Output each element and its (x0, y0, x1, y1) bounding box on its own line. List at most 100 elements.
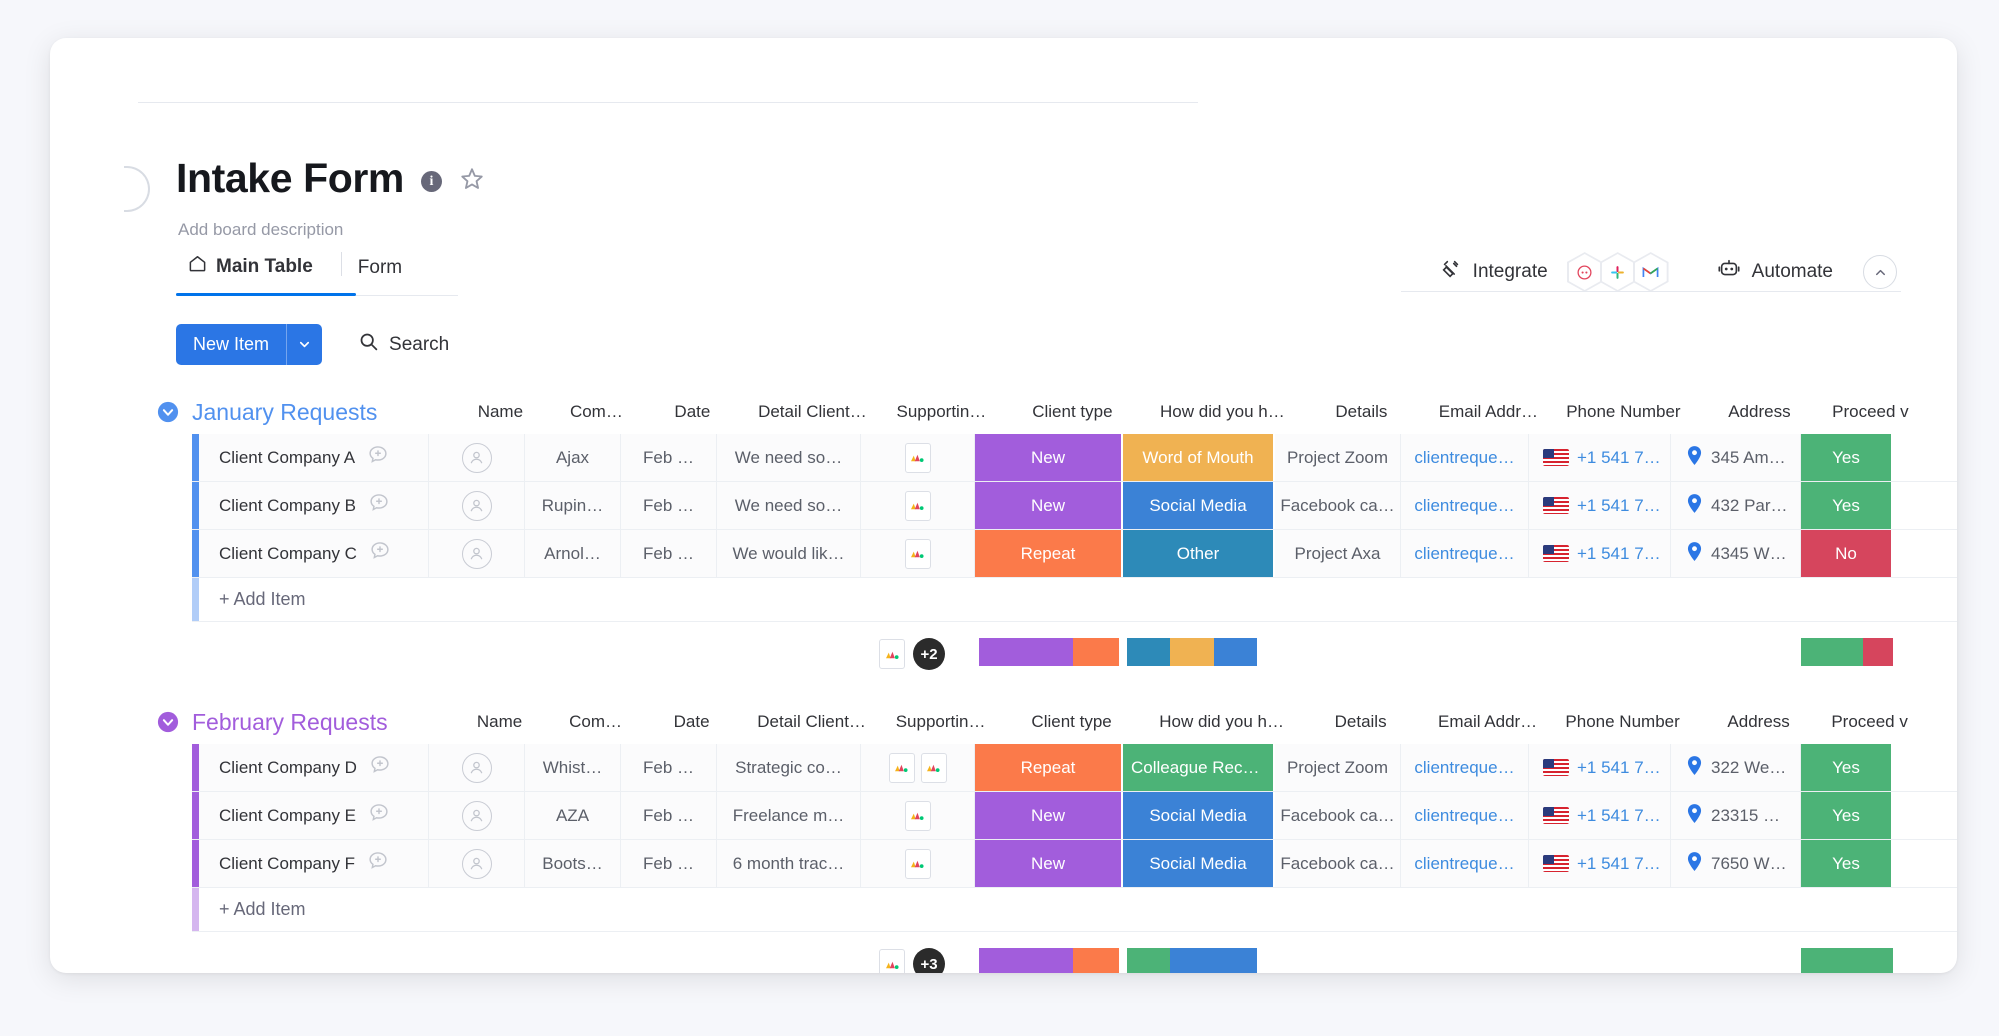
cell-supporting-files[interactable] (861, 434, 975, 481)
cell-details[interactable]: Facebook ca… (1275, 482, 1401, 529)
cell-item-name[interactable]: Client Company E (199, 792, 429, 839)
table-row[interactable]: Client Company F Boots… Feb … 6 month tr… (192, 840, 1957, 888)
cell-company[interactable]: Arnol… (525, 530, 621, 577)
cell-date[interactable]: Feb … (621, 792, 717, 839)
cell-details[interactable]: Project Axa (1275, 530, 1401, 577)
column-header-client_type[interactable]: Client type (998, 402, 1146, 422)
cell-client-type[interactable]: New (975, 482, 1123, 529)
cell-client-type[interactable]: New (975, 840, 1123, 887)
cell-person[interactable] (429, 434, 525, 481)
column-header-phone[interactable]: Phone Number (1552, 402, 1694, 422)
cell-detail[interactable]: 6 month trac… (717, 840, 861, 887)
collapse-group-icon[interactable] (156, 400, 180, 424)
cell-item-name[interactable]: Client Company D (199, 744, 429, 791)
cell-company[interactable]: Boots… (525, 840, 621, 887)
cell-phone[interactable]: +1 541 7… (1529, 530, 1671, 577)
cell-email[interactable]: clientreque… (1401, 530, 1529, 577)
column-header-proceed[interactable]: Proceed v (1824, 712, 1916, 732)
tab-form[interactable]: Form (348, 253, 424, 290)
file-icon[interactable] (905, 491, 931, 521)
cell-how-heard[interactable]: Social Media (1123, 482, 1275, 529)
avatar[interactable] (462, 443, 492, 473)
file-icon[interactable] (905, 443, 931, 473)
cell-company[interactable]: Rupin… (525, 482, 621, 529)
add-update-icon[interactable] (367, 444, 389, 471)
files-count-badge[interactable]: +2 (913, 638, 945, 670)
cell-address[interactable]: 432 Par… (1671, 482, 1801, 529)
file-icon[interactable] (879, 949, 905, 973)
cell-address[interactable]: 322 We… (1671, 744, 1801, 791)
add-item-row[interactable]: + Add Item (192, 578, 1957, 622)
cell-how-heard[interactable]: Other (1123, 530, 1275, 577)
cell-details[interactable]: Facebook ca… (1275, 792, 1401, 839)
cell-phone[interactable]: +1 541 7… (1529, 434, 1671, 481)
cell-company[interactable]: Ajax (525, 434, 621, 481)
cell-company[interactable]: AZA (525, 792, 621, 839)
cell-supporting-files[interactable] (861, 744, 975, 791)
cell-company[interactable]: Whist… (525, 744, 621, 791)
cell-detail[interactable]: We need so… (717, 434, 861, 481)
cell-person[interactable] (429, 530, 525, 577)
sidebar-toggle[interactable] (124, 166, 150, 212)
cell-detail[interactable]: We would lik… (717, 530, 861, 577)
column-header-address[interactable]: Address (1694, 402, 1824, 422)
cell-how-heard[interactable]: Social Media (1123, 840, 1275, 887)
add-item-label[interactable]: + Add Item (199, 899, 306, 920)
info-icon[interactable]: i (421, 171, 442, 192)
avatar[interactable] (462, 491, 492, 521)
column-header-how_heard[interactable]: How did you h… (1146, 712, 1298, 732)
column-header-date[interactable]: Date (644, 712, 740, 732)
column-header-company[interactable]: Com… (548, 712, 644, 732)
file-icon[interactable] (921, 753, 947, 783)
cell-person[interactable] (429, 840, 525, 887)
cell-person[interactable] (429, 744, 525, 791)
cell-phone[interactable]: +1 541 7… (1529, 744, 1671, 791)
summary-client-type[interactable] (979, 948, 1119, 973)
cell-date[interactable]: Feb … (621, 434, 717, 481)
cell-address[interactable]: 7650 W… (1671, 840, 1801, 887)
column-header-date[interactable]: Date (644, 402, 740, 422)
file-icon[interactable] (905, 539, 931, 569)
cell-address[interactable]: 345 Am… (1671, 434, 1801, 481)
cell-item-name[interactable]: Client Company F (199, 840, 429, 887)
cell-client-type[interactable]: New (975, 434, 1123, 481)
summary-proceed[interactable] (1801, 948, 1893, 973)
cell-supporting-files[interactable] (861, 840, 975, 887)
add-update-icon[interactable] (369, 540, 391, 567)
summary-how-heard[interactable] (1127, 948, 1257, 973)
cell-supporting-files[interactable] (861, 482, 975, 529)
cell-person[interactable] (429, 792, 525, 839)
column-header-detail[interactable]: Detail Client… (740, 402, 884, 422)
integrate-button[interactable]: Integrate (1432, 254, 1556, 290)
table-row[interactable]: Client Company C Arnol… Feb … We would l… (192, 530, 1957, 578)
cell-date[interactable]: Feb … (621, 744, 717, 791)
avatar[interactable] (462, 849, 492, 879)
star-outline-icon[interactable] (459, 166, 485, 197)
avatar[interactable] (462, 801, 492, 831)
cell-date[interactable]: Feb … (621, 840, 717, 887)
summary-client-type[interactable] (979, 638, 1119, 666)
cell-item-name[interactable]: Client Company A (199, 434, 429, 481)
cell-details[interactable]: Facebook ca… (1275, 840, 1401, 887)
column-header-details[interactable]: Details (1298, 402, 1424, 422)
cell-client-type[interactable]: New (975, 792, 1123, 839)
column-header-address[interactable]: Address (1694, 712, 1824, 732)
add-update-icon[interactable] (368, 492, 390, 519)
column-header-how_heard[interactable]: How did you h… (1146, 402, 1298, 422)
cell-item-name[interactable]: Client Company B (199, 482, 429, 529)
cell-proceed[interactable]: Yes (1801, 482, 1893, 529)
automate-button[interactable]: Automate (1709, 254, 1841, 290)
column-header-details[interactable]: Details (1298, 712, 1424, 732)
files-count-badge[interactable]: +3 (913, 948, 945, 973)
cell-proceed[interactable]: No (1801, 530, 1893, 577)
board-description[interactable]: Add board description (178, 220, 343, 240)
group-title[interactable]: January Requests (192, 399, 377, 426)
table-row[interactable]: Client Company E AZA Feb … Freelance m… … (192, 792, 1957, 840)
cell-email[interactable]: clientreque… (1401, 434, 1529, 481)
collapse-group-icon[interactable] (156, 710, 180, 734)
cell-client-type[interactable]: Repeat (975, 744, 1123, 791)
slack-icon[interactable] (1600, 252, 1636, 292)
cell-address[interactable]: 23315 … (1671, 792, 1801, 839)
cell-details[interactable]: Project Zoom (1275, 434, 1401, 481)
cell-phone[interactable]: +1 541 7… (1529, 792, 1671, 839)
